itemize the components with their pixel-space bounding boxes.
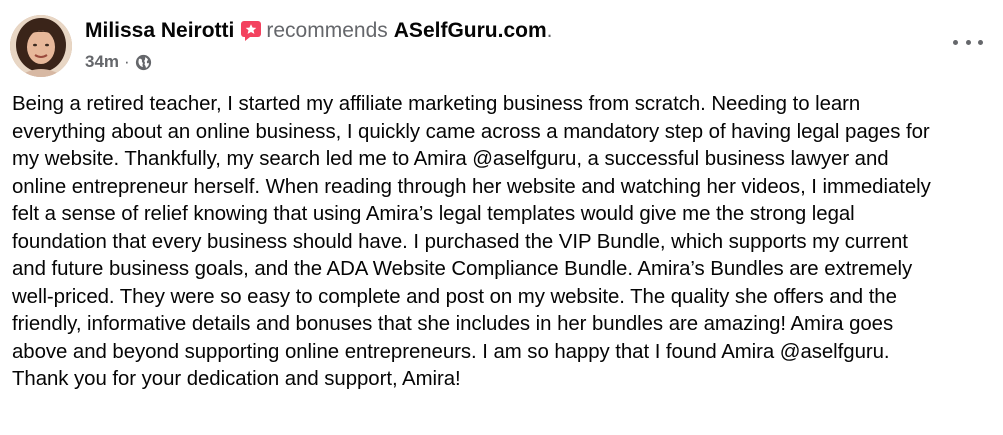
more-dot bbox=[978, 39, 983, 45]
meta-separator: · bbox=[124, 52, 130, 71]
post-body-line: everything about an online business, I q… bbox=[12, 120, 930, 143]
post-body-line: my website. Thankfully, my search led me… bbox=[12, 148, 889, 170]
post-meta: 34m · bbox=[85, 52, 943, 72]
post-body-line: well-priced. They were so easy to comple… bbox=[12, 285, 897, 308]
recommended-page-link[interactable]: ASelfGuru.com bbox=[394, 18, 547, 44]
post-headline: Milissa Neirotti recommends ASelfGuru.co… bbox=[85, 18, 943, 44]
post-body-line: Being a retired teacher, I started my af… bbox=[12, 93, 861, 115]
more-dot bbox=[953, 39, 958, 45]
post-header: Milissa Neirotti recommends ASelfGuru.co… bbox=[85, 18, 943, 72]
post-body-line: Thank you for your dedication and suppor… bbox=[12, 368, 461, 390]
recommends-label: recommends bbox=[266, 19, 388, 42]
headline-period: . bbox=[546, 19, 553, 42]
recommendation-post: Milissa Neirotti recommends ASelfGuru.co… bbox=[0, 0, 1003, 435]
author-avatar[interactable] bbox=[10, 15, 72, 77]
post-body-line: above and beyond supporting online entre… bbox=[12, 340, 890, 363]
more-options-icon[interactable] bbox=[953, 32, 983, 52]
recommend-flag-icon bbox=[240, 20, 262, 42]
post-body-line: online entrepreneur herself. When readin… bbox=[12, 175, 931, 198]
more-dot bbox=[965, 39, 971, 45]
post-body-line: friendly, informative details and bonuse… bbox=[12, 313, 894, 335]
post-timestamp[interactable]: 34m bbox=[85, 52, 119, 72]
post-body-line: and future business goals, and the ADA W… bbox=[12, 258, 913, 280]
author-name[interactable]: Milissa Neirotti bbox=[85, 18, 234, 44]
globe-icon[interactable] bbox=[135, 54, 152, 71]
post-body-line: foundation that every business should ha… bbox=[12, 230, 908, 253]
post-body-line: felt a sense of relief knowing that usin… bbox=[12, 203, 855, 225]
post-body: Being a retired teacher, I started my af… bbox=[12, 91, 997, 394]
